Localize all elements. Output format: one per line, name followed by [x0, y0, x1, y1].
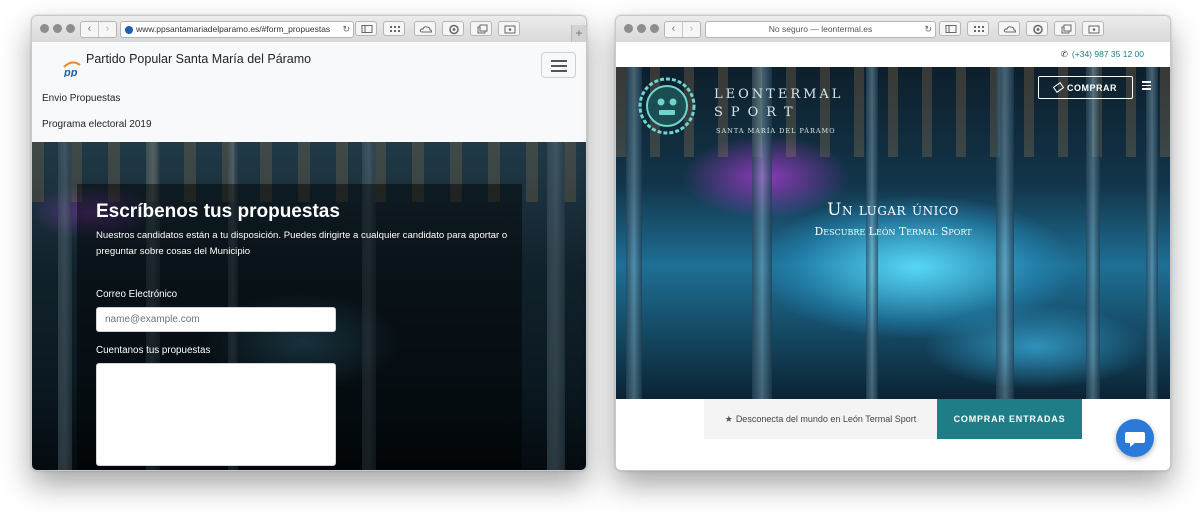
reload-icon[interactable]: ↻	[342, 22, 350, 37]
gear-icon[interactable]	[442, 21, 464, 36]
hero-background-image: Escríbenos tus propuestas Nuestros candi…	[32, 142, 586, 470]
nav-link-envio-propuestas[interactable]: Envio Propuestas	[42, 93, 120, 104]
email-field[interactable]: name@example.com	[96, 307, 336, 332]
forward-icon[interactable]: ›	[98, 22, 116, 37]
comprar-entradas-button[interactable]: COMPRAR ENTRADAS	[937, 399, 1082, 439]
form-lead-text: Nuestros candidatos están a tu disposici…	[96, 230, 508, 257]
form-heading: Escríbenos tus propuestas	[96, 201, 340, 222]
address-bar[interactable]: No seguro — leontermal.es ↻	[705, 21, 936, 38]
minimize-window-button[interactable]	[53, 24, 62, 33]
phone-number: (+34) 987 35 12 00	[1071, 49, 1144, 59]
address-bar[interactable]: www.ppsantamariadelparamo.es/#form_propu…	[120, 21, 354, 38]
gear-icon[interactable]	[1026, 21, 1048, 36]
site-navbar: pp Partido Popular Santa María del Páram…	[32, 42, 586, 142]
close-window-button[interactable]	[40, 24, 49, 33]
reload-icon[interactable]: ↻	[924, 22, 932, 37]
close-window-button[interactable]	[624, 24, 633, 33]
browser-toolbar: ‹ › www.ppsantamariadelparamo.es/#form_p…	[32, 16, 586, 43]
comprar-button[interactable]: COMPRAR	[1038, 76, 1133, 99]
grid-icon[interactable]	[967, 21, 989, 36]
download-icon[interactable]	[1082, 21, 1104, 36]
info-bar-text: Desconecta del mundo en León Termal Spor…	[735, 414, 917, 424]
pp-logo[interactable]: pp	[62, 59, 82, 77]
logo-text-sport: SPORT	[714, 105, 801, 120]
site-brand[interactable]: Partido Popular Santa María del Páramo	[86, 52, 311, 66]
forward-icon[interactable]: ›	[682, 22, 700, 37]
star-icon: ★	[724, 413, 733, 424]
plus-icon[interactable]: +	[571, 25, 586, 42]
back-icon[interactable]: ‹	[81, 22, 98, 37]
address-text: No seguro — leontermal.es	[768, 24, 873, 34]
info-bar: ★ Desconecta del mundo en León Termal Spo…	[704, 399, 937, 439]
tabs-icon[interactable]	[470, 21, 492, 36]
hero-slogan-subtitle: Descubre León Termal Sport	[814, 225, 972, 238]
page-content: pp Partido Popular Santa María del Páram…	[32, 42, 586, 470]
tabs-icon[interactable]	[1054, 21, 1076, 36]
sidebar-icon[interactable]	[939, 21, 961, 36]
browser-window-leontermal: ‹ › No seguro — leontermal.es ↻ ✆ (+34) 9…	[615, 15, 1171, 471]
site-favicon	[125, 25, 133, 34]
ticket-icon	[1052, 82, 1065, 93]
page-content: ✆ (+34) 987 35 12 00 LEONTERMAL SPORT SAN…	[616, 42, 1170, 470]
top-bar: ✆ (+34) 987 35 12 00	[616, 42, 1170, 67]
cloud-icon[interactable]	[414, 21, 436, 36]
menu-icon[interactable]	[541, 52, 576, 78]
address-text: www.ppsantamariadelparamo.es/#form_propu…	[136, 24, 331, 34]
proposals-label: Cuentanos tus propuestas	[96, 345, 211, 356]
logo-text-location: SANTA MARÍA DEL PÁRAMO	[716, 127, 836, 135]
minimize-window-button[interactable]	[637, 24, 646, 33]
browser-toolbar: ‹ › No seguro — leontermal.es ↻	[616, 16, 1170, 43]
back-icon[interactable]: ‹	[665, 22, 682, 37]
history-nav: ‹ ›	[80, 21, 117, 38]
logo-text-leontermal: LEONTERMAL	[714, 87, 844, 102]
zoom-window-button[interactable]	[650, 24, 659, 33]
history-nav: ‹ ›	[664, 21, 701, 38]
download-icon[interactable]	[498, 21, 520, 36]
hero-background-image: LEONTERMAL SPORT SANTA MARÍA DEL PÁRAMO …	[616, 67, 1170, 399]
svg-text:pp: pp	[63, 67, 78, 77]
email-label: Correo Electrónico	[96, 289, 178, 300]
chat-icon[interactable]	[1116, 419, 1154, 457]
grid-icon[interactable]	[383, 21, 405, 36]
hero-slogan-title: Un lugar único	[827, 200, 959, 220]
menu-icon[interactable]	[1142, 81, 1151, 90]
cta-strip: ★ Desconecta del mundo en León Termal Spo…	[616, 399, 1170, 470]
sidebar-icon[interactable]	[355, 21, 377, 36]
proposals-textarea[interactable]	[96, 363, 336, 466]
phone-link[interactable]: ✆ (+34) 987 35 12 00	[1061, 49, 1144, 60]
phone-icon: ✆	[1060, 49, 1068, 59]
cloud-icon[interactable]	[998, 21, 1020, 36]
browser-window-pp: ‹ › www.ppsantamariadelparamo.es/#form_p…	[31, 15, 587, 471]
zoom-window-button[interactable]	[66, 24, 75, 33]
leontermal-logo-medallion[interactable]	[638, 77, 696, 135]
comprar-label: COMPRAR	[1067, 82, 1117, 93]
nav-link-programa-electoral[interactable]: Programa electoral 2019	[42, 119, 152, 130]
